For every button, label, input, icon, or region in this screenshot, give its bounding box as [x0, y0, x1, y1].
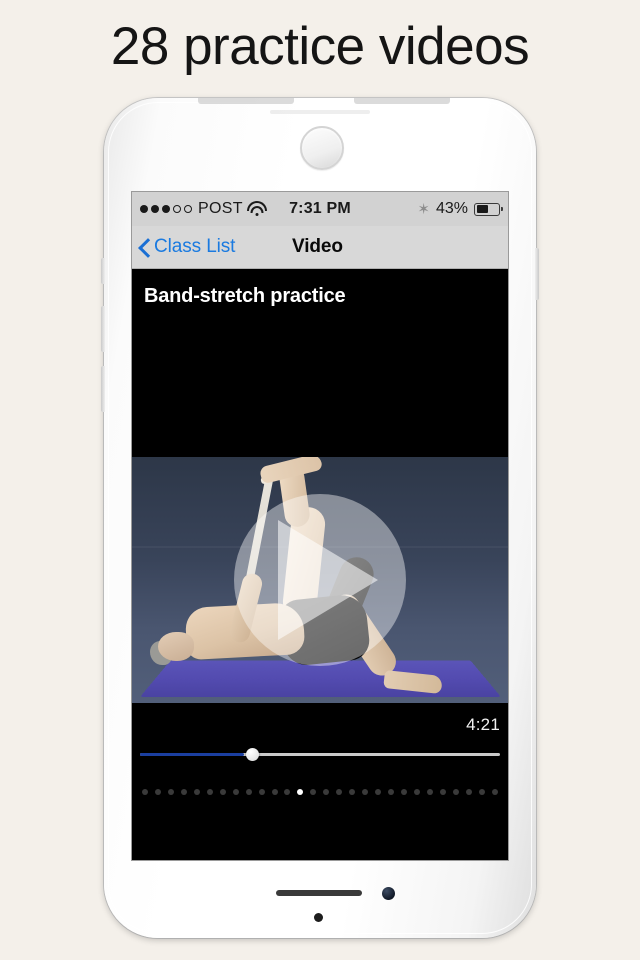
page-dot[interactable] — [452, 789, 459, 795]
back-button-label: Class List — [154, 236, 236, 257]
page-dot[interactable] — [232, 789, 239, 795]
page-dot[interactable] — [323, 789, 330, 795]
page-dot[interactable] — [310, 789, 317, 795]
power-button[interactable] — [535, 248, 539, 300]
page-dot[interactable] — [465, 789, 472, 795]
page-dot[interactable] — [375, 789, 382, 795]
page-dot[interactable] — [206, 789, 213, 795]
volume-down-button[interactable] — [101, 366, 105, 412]
back-button[interactable]: Class List — [139, 236, 235, 258]
page-dot[interactable] — [142, 789, 148, 795]
antenna-band-right — [354, 98, 450, 104]
page-dot[interactable] — [219, 789, 226, 795]
video-controls: 4:21 — [132, 703, 508, 809]
page-dot[interactable] — [245, 789, 252, 795]
progress-slider[interactable] — [132, 739, 508, 769]
front-camera-icon — [300, 126, 344, 170]
status-bar: POST 7:31 PM ✶ 43% — [132, 192, 508, 226]
phone-screen: POST 7:31 PM ✶ 43% Class List Video Band… — [132, 192, 508, 860]
page-dot[interactable] — [478, 789, 485, 795]
page-dot[interactable] — [439, 789, 446, 795]
page-dot[interactable] — [491, 789, 498, 795]
duration-row: 4:21 — [132, 715, 508, 739]
page-dot[interactable] — [349, 789, 356, 795]
page-dot[interactable] — [284, 789, 291, 795]
volume-up-button[interactable] — [101, 306, 105, 352]
antenna-band-left — [198, 98, 294, 104]
duration-label: 4:21 — [466, 715, 500, 734]
page-dot[interactable] — [167, 789, 174, 795]
bluetooth-icon: ✶ — [417, 200, 430, 218]
home-dot-icon — [314, 913, 323, 922]
page-dot[interactable] — [180, 789, 187, 795]
speaker-grille-icon — [276, 890, 362, 896]
page-dot[interactable] — [362, 789, 369, 795]
phone-device-mockup: POST 7:31 PM ✶ 43% Class List Video Band… — [101, 98, 539, 938]
microphone-icon — [382, 887, 395, 900]
chevron-left-icon — [139, 238, 150, 257]
page-indicator[interactable] — [132, 769, 508, 809]
page-dot[interactable] — [388, 789, 395, 795]
page-dot[interactable] — [297, 789, 304, 795]
navigation-bar: Class List Video — [132, 226, 508, 269]
progress-fill — [140, 753, 245, 756]
page-dot[interactable] — [426, 789, 433, 795]
play-icon[interactable] — [278, 520, 378, 640]
video-letterbox-top — [132, 323, 508, 457]
video-title-bar: Band-stretch practice — [132, 269, 508, 323]
progress-knob[interactable] — [246, 748, 260, 761]
page-dot[interactable] — [271, 789, 278, 795]
status-bar-right: ✶ 43% — [417, 200, 503, 218]
video-player-frame[interactable] — [132, 457, 508, 703]
nav-title: Video — [292, 236, 343, 257]
video-title: Band-stretch practice — [144, 284, 346, 307]
progress-track[interactable] — [140, 753, 500, 756]
page-dot[interactable] — [414, 789, 421, 795]
video-scene-head — [158, 632, 194, 661]
page-title: 28 practice videos — [110, 16, 530, 76]
silent-switch[interactable] — [101, 258, 105, 284]
page-dot[interactable] — [401, 789, 408, 795]
battery-icon — [474, 202, 503, 216]
page-dot[interactable] — [258, 789, 265, 795]
earpiece-icon — [270, 110, 370, 114]
page-dot[interactable] — [336, 789, 343, 795]
page-dot[interactable] — [154, 789, 161, 795]
page-dot[interactable] — [193, 789, 200, 795]
battery-percent-label: 43% — [435, 200, 468, 217]
